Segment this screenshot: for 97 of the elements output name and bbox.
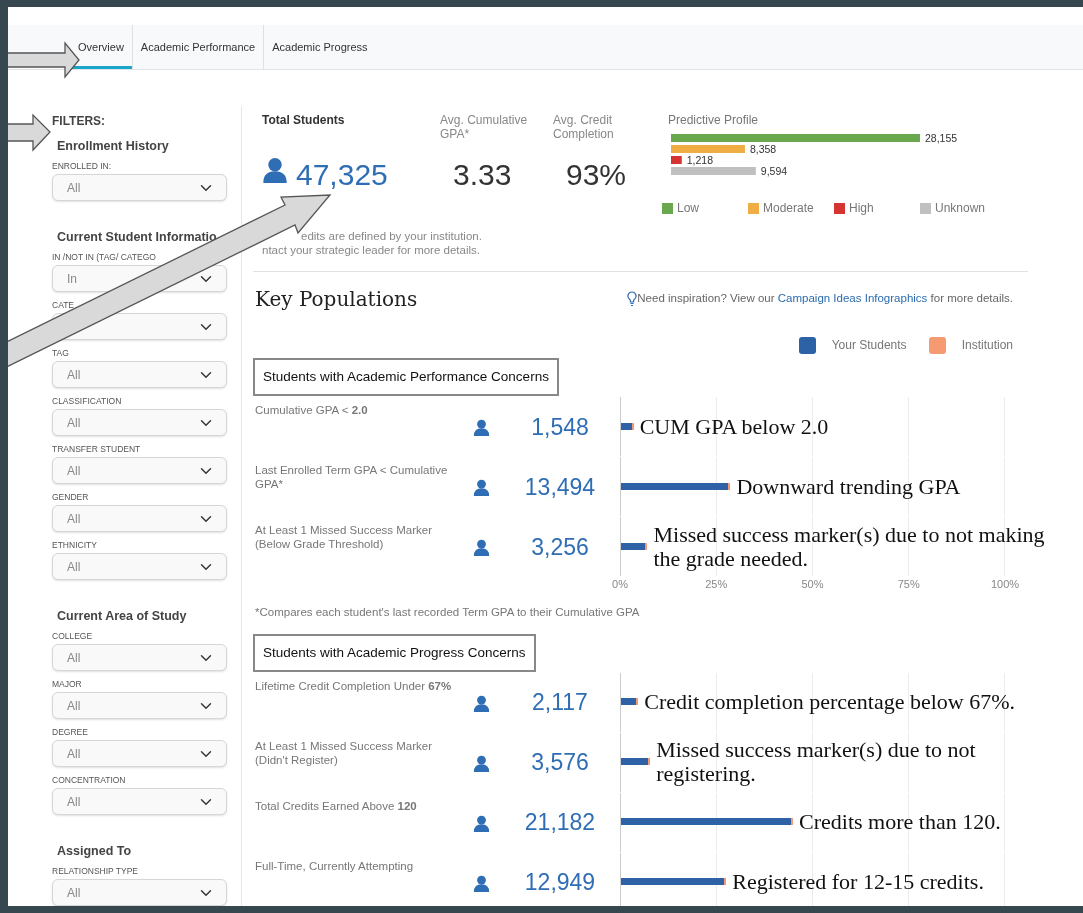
dropdown[interactable]: All [52, 361, 227, 388]
field-label: IN /NOT IN (TAG/ CATEGO [52, 252, 157, 263]
tab[interactable]: Academic Performance [131, 25, 264, 69]
person-icon [473, 694, 490, 712]
note-text: ntact your strategic leader for more details. [261, 243, 481, 257]
field-label: GENDER [52, 492, 90, 503]
count-value: 21,182 [523, 808, 597, 837]
annotation-text: CUM GPA below 2.0 [639, 414, 830, 439]
chart-title: Predictive Profile [668, 113, 760, 127]
stat-value: 3.33 [452, 157, 512, 193]
lightbulb-icon [627, 291, 638, 307]
data-label: 1,218 [686, 154, 714, 166]
dropdown[interactable]: All [52, 553, 227, 580]
dropdown[interactable]: All [52, 505, 227, 532]
dropdown[interactable]: All [52, 457, 227, 484]
field-label: CATE [52, 300, 76, 311]
dropdown[interactable]: All [52, 644, 227, 671]
legend-swatch [748, 202, 759, 214]
row-label: Cumulative GPA < 2.0 [254, 403, 369, 419]
field-label: ENROLLED IN: [52, 161, 113, 172]
person-icon [473, 539, 490, 556]
callout-arrow [8, 41, 80, 79]
section-heading: Enrollment History [56, 138, 170, 155]
person-icon [473, 479, 490, 496]
field-label: DEGREE [52, 727, 89, 738]
legend-label: Low [677, 200, 699, 217]
field-label: CLASSIFICATION [52, 396, 123, 407]
dropdown[interactable]: All [52, 879, 227, 906]
group-heading: Students with Academic Progress Concerns [253, 633, 536, 672]
count-value: 2,117 [531, 688, 589, 717]
legend-swatch [662, 202, 673, 214]
row-label: Total Credits Earned Above 120 [254, 798, 418, 814]
stat-label: Avg. Credit Completion [553, 113, 615, 143]
stat-value: 47,325 [296, 157, 388, 193]
data-label: 8,358 [749, 143, 777, 155]
data-label: 9,594 [760, 165, 788, 177]
count-value: 12,949 [523, 868, 597, 897]
legend-label: Moderate [763, 200, 814, 217]
dropdown[interactable]: All [52, 409, 227, 436]
row-label: Full-Time, Currently Attempting [254, 858, 415, 874]
field-label: MAJOR [52, 679, 83, 690]
footnote-text: *Compares each student's last recorded Term GPA to their Cumulative GPA [254, 605, 641, 621]
data-label: 28,155 [925, 132, 958, 144]
section-title: Key Populations [254, 286, 418, 313]
count-value: 1,548 [530, 412, 590, 442]
group-heading: Students with Academic Performance Concerns [253, 358, 559, 397]
axis-tick: 75% [897, 577, 920, 593]
section-heading: Current Student Informatio [56, 229, 218, 246]
stat-label: Avg. Cumulative GPA* [440, 113, 529, 143]
row-label: At Least 1 Missed Success Marker (Didn't Register) [254, 738, 434, 768]
note-text: edits are defined by your institution. [300, 229, 483, 243]
row-label: At Least 1 Missed Success Marker (Below Grade Threshold) [254, 523, 434, 553]
axis-tick: 25% [705, 577, 728, 593]
annotation-text: Downward trending GPA [736, 474, 962, 499]
annotation-text: Credits more than 120. [799, 810, 1002, 835]
section-heading: Current Area of Study [56, 608, 188, 625]
field-label: COLLEGE [52, 631, 94, 642]
inspiration-text: Need inspiration? View our Campaign Ideas Infographics for more details. [637, 291, 1013, 307]
legend-label: Your Students [831, 337, 907, 354]
legend-label: Unknown [935, 200, 986, 217]
dropdown[interactable]: All [52, 788, 227, 815]
legend-label: High [849, 200, 874, 217]
person-icon [473, 874, 490, 892]
annotation-text: Credit completion percentage below 67%. [644, 690, 1017, 715]
tab[interactable]: Academic Progress [263, 25, 376, 69]
legend-swatch [834, 202, 845, 214]
count-value: 3,256 [530, 532, 590, 562]
dropdown[interactable]: All [52, 174, 227, 201]
infographics-link[interactable]: Campaign Ideas Infographics [777, 292, 928, 305]
annotation-text: Missed success marker(s) due to not registering. [656, 738, 977, 787]
dropdown[interactable]: All [52, 740, 227, 767]
annotation-text: Missed success marker(s) due to not making the grade needed. [653, 522, 1046, 571]
axis-tick: 0% [612, 577, 628, 593]
row-label: Lifetime Credit Completion Under 67% [254, 678, 453, 694]
filters-heading: FILTERS: [52, 113, 107, 129]
field-label: ETHNICITY [52, 540, 98, 551]
person-icon [473, 814, 490, 832]
axis-tick: 50% [801, 577, 824, 593]
field-label: CONCENTRATION [52, 775, 127, 786]
stat-label: Total Students [262, 113, 346, 129]
axis-tick: 100% [990, 577, 1020, 593]
annotation-text: Registered for 12-15 credits. [732, 870, 985, 895]
field-label: TRANSFER STUDENT [52, 444, 142, 455]
callout-arrow [8, 113, 51, 152]
count-value: 13,494 [523, 472, 597, 502]
field-label: TAG [52, 348, 70, 359]
person-icon [473, 419, 490, 436]
person-icon [473, 754, 490, 772]
row-label: Last Enrolled Term GPA < Cumulative GPA* [254, 463, 449, 493]
person-icon [262, 157, 288, 183]
legend-label: Institution [961, 337, 1013, 354]
section-heading: Assigned To [56, 843, 133, 860]
field-label: RELATIONSHIP TYPE [52, 866, 139, 877]
stat-value: 93% [565, 157, 627, 193]
count-value: 3,576 [530, 748, 590, 777]
dropdown[interactable]: All [52, 692, 227, 719]
legend-swatch [920, 202, 931, 214]
